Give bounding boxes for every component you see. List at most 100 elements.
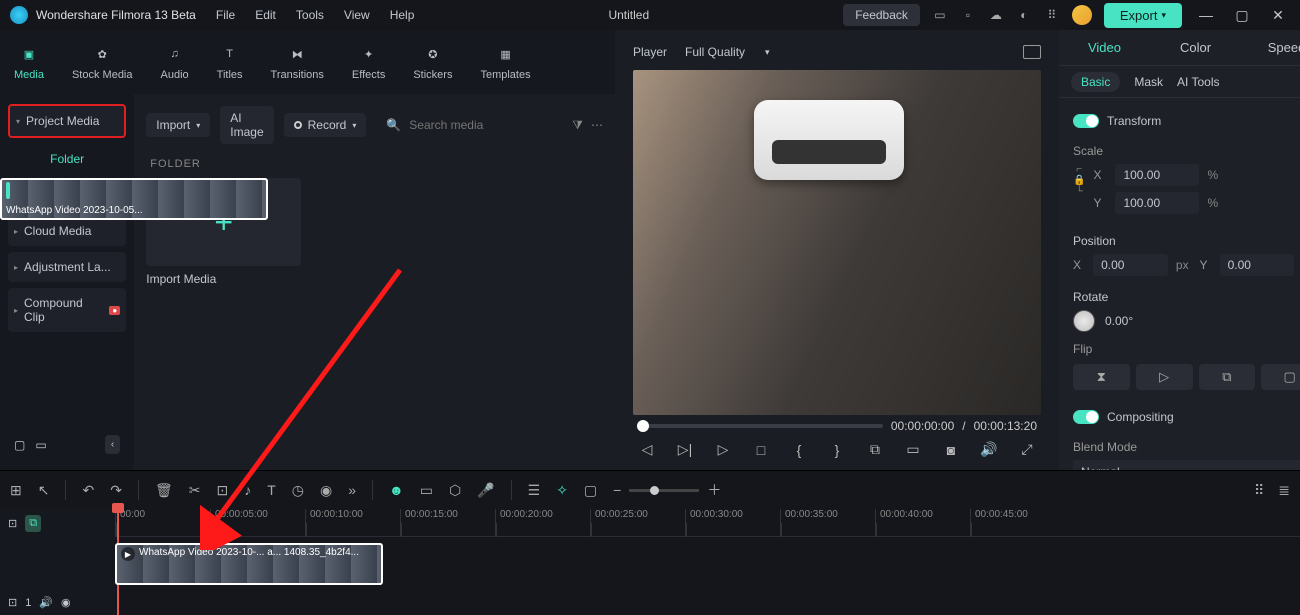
sidebar-item-adjustment-layer[interactable]: ▸Adjustment La... [8, 252, 126, 282]
cut-tool-icon[interactable]: ✂ [189, 482, 201, 499]
scale-y-input[interactable]: 100.00 [1115, 192, 1199, 214]
subtab-ai-tools[interactable]: AI Tools [1177, 75, 1219, 89]
new-folder-icon[interactable]: ▭ [35, 438, 46, 452]
snapshot-button[interactable]: ◙ [941, 442, 961, 458]
play-button[interactable]: ▷ [713, 441, 733, 458]
timeline-ruler[interactable]: 00:0000:00:05:0000:00:10:0000:00:15:0000… [115, 509, 1300, 537]
color-button[interactable]: ◉ [320, 482, 332, 499]
music-button[interactable]: ♪ [244, 482, 251, 498]
play-backward-button[interactable]: ▷| [675, 441, 695, 458]
display-button[interactable]: ▭ [903, 441, 923, 458]
rotate-value-input[interactable]: 0.00° [1105, 314, 1133, 328]
cat-templates[interactable]: ▦Templates [480, 43, 530, 81]
sidebar-item-folder[interactable]: Folder [8, 144, 126, 174]
reset-button[interactable]: ▢ [1261, 364, 1300, 390]
stop-button[interactable]: □ [751, 442, 771, 458]
flip-h-button[interactable]: ⧗ [1073, 364, 1130, 390]
mark-out-button[interactable]: } [827, 442, 847, 458]
tab-video[interactable]: Video [1059, 30, 1150, 65]
enhance-icon[interactable]: ✧ [556, 482, 568, 499]
mute-icon[interactable]: ⊡ [8, 596, 17, 609]
maximize-button[interactable]: ▢ [1230, 7, 1254, 24]
compositing-toggle[interactable] [1073, 410, 1099, 424]
copy-button[interactable]: ⧉ [1199, 364, 1256, 390]
mixer-icon[interactable]: ☰ [528, 482, 541, 499]
import-dropdown[interactable]: Import▾ [146, 113, 210, 137]
quality-dropdown[interactable]: Full Quality▾ [681, 42, 774, 62]
voice-icon[interactable]: 🎤 [477, 482, 494, 499]
zoom-in-button[interactable]: ＋ [707, 480, 721, 500]
scope-icon[interactable] [1023, 45, 1041, 59]
minimize-button[interactable]: — [1194, 7, 1218, 23]
sidebar-item-cloud-media[interactable]: ▸Cloud Media [8, 216, 126, 246]
text-button[interactable]: T [267, 482, 276, 498]
scale-x-input[interactable]: 100.00 [1115, 164, 1199, 186]
playhead-scrubber[interactable] [637, 424, 883, 428]
link-tracks-icon[interactable]: ⊡ [8, 517, 17, 530]
cat-audio[interactable]: ♫Audio [161, 43, 189, 81]
undo-button[interactable]: ↶ [82, 482, 94, 499]
rotate-knob[interactable] [1073, 310, 1095, 332]
crop-button[interactable]: ⊡ [216, 482, 228, 499]
collapse-sidebar-button[interactable]: ‹ [105, 435, 120, 454]
export-button[interactable]: Export▾ [1104, 3, 1182, 28]
record-dropdown[interactable]: Record▾ [284, 113, 367, 137]
fullscreen-button[interactable]: ⤢ [1017, 441, 1037, 458]
more-icon[interactable]: ⋯ [591, 118, 603, 132]
layout-icon[interactable]: ⊞ [10, 482, 22, 499]
timeline-tracks[interactable]: 00:0000:00:05:0000:00:10:0000:00:15:0000… [115, 509, 1300, 615]
cat-titles[interactable]: TTitles [217, 43, 243, 81]
marker-icon[interactable]: ⬡ [449, 482, 461, 499]
prev-frame-button[interactable]: ◁ [637, 441, 657, 458]
chain-icon[interactable]: ⧉ [25, 515, 41, 532]
position-y-input[interactable]: 0.00 [1220, 254, 1295, 276]
preview-viewport[interactable] [633, 70, 1041, 415]
ai-badge-icon[interactable]: ☻ [389, 482, 404, 498]
tab-color[interactable]: Color [1150, 30, 1241, 65]
menu-tools[interactable]: Tools [296, 8, 324, 22]
timeline-options-icon[interactable]: ⠿ [1254, 482, 1264, 499]
volume-track-icon[interactable]: 🔊 [39, 596, 53, 609]
sidebar-item-project-media[interactable]: ▾Project Media [8, 104, 126, 138]
crop-ratio-button[interactable]: ⧉ [865, 441, 885, 458]
position-x-input[interactable]: 0.00 [1093, 254, 1168, 276]
cat-stock-media[interactable]: ✿Stock Media [72, 43, 133, 81]
zoom-out-button[interactable]: − [613, 482, 621, 498]
zoom-slider[interactable] [629, 489, 699, 492]
close-button[interactable]: ✕ [1266, 7, 1290, 24]
menu-edit[interactable]: Edit [255, 8, 276, 22]
flip-v-button[interactable]: ▷ [1136, 364, 1193, 390]
headphones-icon[interactable]: ◐ [1016, 7, 1032, 23]
media-clip-thumb[interactable]: 00:00:13 ▭ ✓ WhatsApp Video 2023-10-05..… [0, 178, 268, 220]
cat-effects[interactable]: ✦Effects [352, 43, 385, 81]
menu-help[interactable]: Help [390, 8, 415, 22]
speed-button[interactable]: ◷ [292, 482, 304, 499]
apps-grid-icon[interactable]: ⠿ [1044, 7, 1060, 23]
feedback-button[interactable]: Feedback [843, 4, 920, 26]
search-input[interactable] [409, 118, 564, 132]
save-icon[interactable]: ▫ [960, 7, 976, 23]
menu-view[interactable]: View [344, 8, 370, 22]
delete-button[interactable]: 🗑 [155, 482, 173, 499]
expand-tools-button[interactable]: » [348, 482, 356, 498]
subtab-basic[interactable]: Basic [1071, 72, 1120, 92]
filter-icon[interactable]: ⧩ [572, 118, 583, 133]
tab-speed[interactable]: Speed [1241, 30, 1300, 65]
lock-icon[interactable]: 1 [25, 597, 31, 609]
new-bin-icon[interactable]: ▢ [14, 438, 25, 452]
cat-stickers[interactable]: ✪Stickers [413, 43, 452, 81]
timeline-clip[interactable]: ▶ WhatsApp Video 2023-10-... a... 1408.3… [115, 543, 383, 585]
link-scale-icon[interactable]: ⌐🔒└ [1073, 164, 1085, 220]
screen-icon[interactable]: ▭ [932, 7, 948, 23]
select-tool-icon[interactable]: ↖ [38, 482, 50, 499]
cat-transitions[interactable]: ⧓Transitions [271, 43, 324, 81]
detach-audio-icon[interactable]: ▭ [420, 482, 433, 499]
eye-track-icon[interactable]: ◉ [61, 596, 71, 609]
render-icon[interactable]: ▢ [584, 482, 597, 499]
blend-mode-select[interactable]: Normal▾ [1073, 460, 1300, 470]
timeline-settings-icon[interactable]: ≣ [1278, 482, 1290, 499]
menu-file[interactable]: File [216, 8, 235, 22]
user-avatar-icon[interactable] [1072, 5, 1092, 25]
cloud-icon[interactable]: ☁ [988, 7, 1004, 23]
cat-media[interactable]: ▣Media [14, 43, 44, 81]
